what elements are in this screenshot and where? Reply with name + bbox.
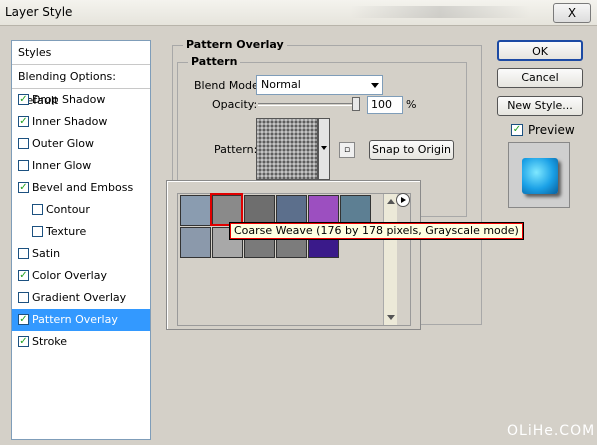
checkbox[interactable] <box>18 138 29 149</box>
style-item-label: Inner Shadow <box>32 115 108 128</box>
style-item-label: Satin <box>32 247 61 260</box>
style-item-label: Texture <box>46 225 87 238</box>
styles-list: Styles Blending Options: Default ✓ Drop S… <box>11 40 151 440</box>
checkbox[interactable] <box>18 248 29 259</box>
preview-label: Preview <box>528 123 575 137</box>
style-item-label: Contour <box>46 203 90 216</box>
checkbox[interactable]: ✓ <box>18 314 29 325</box>
checkbox[interactable] <box>18 292 29 303</box>
preview-swatch <box>522 158 558 194</box>
checkbox[interactable] <box>32 204 43 215</box>
new-preset-icon[interactable]: ▫ <box>339 142 355 158</box>
style-item-color-overlay[interactable]: ✓ Color Overlay <box>12 265 150 287</box>
checkbox[interactable]: ✓ <box>18 94 29 105</box>
play-icon <box>401 197 406 203</box>
chevron-down-icon <box>321 146 327 150</box>
pattern-group-title: Pattern <box>188 55 241 68</box>
pattern-swatch[interactable] <box>256 118 318 180</box>
picker-scrollbar[interactable] <box>383 194 397 325</box>
new-style-button[interactable]: New Style... <box>497 96 583 116</box>
chevron-down-icon <box>371 83 379 88</box>
style-item-contour[interactable]: Contour <box>12 199 150 221</box>
checkbox[interactable]: ✓ <box>18 270 29 281</box>
style-item-pattern-overlay[interactable]: ✓ Pattern Overlay <box>12 309 150 331</box>
opacity-slider-thumb[interactable] <box>352 97 360 111</box>
style-item-texture[interactable]: Texture <box>12 221 150 243</box>
style-item-inner-shadow[interactable]: ✓ Inner Shadow <box>12 111 150 133</box>
pattern-picker <box>166 180 421 330</box>
opacity-slider-track[interactable] <box>258 103 358 106</box>
style-item-bevel-and-emboss[interactable]: ✓ Bevel and Emboss <box>12 177 150 199</box>
style-item-label: Drop Shadow <box>32 93 106 106</box>
opacity-unit: % <box>406 98 417 111</box>
style-item-satin[interactable]: Satin <box>12 243 150 265</box>
style-item-inner-glow[interactable]: Inner Glow <box>12 155 150 177</box>
style-item-drop-shadow[interactable]: ✓ Drop Shadow <box>12 89 150 111</box>
cancel-button[interactable]: Cancel <box>497 68 583 88</box>
style-item-label: Stroke <box>32 335 68 348</box>
opacity-input[interactable]: 100 <box>367 96 403 114</box>
blend-mode-value: Normal <box>261 78 301 91</box>
title-bar-blur <box>350 6 530 18</box>
pattern-tooltip: Coarse Weave (176 by 178 pixels, Graysca… <box>229 222 524 240</box>
snap-to-origin-button[interactable]: Snap to Origin <box>369 140 454 160</box>
style-item-gradient-overlay[interactable]: Gradient Overlay <box>12 287 150 309</box>
close-icon[interactable]: X <box>568 6 576 20</box>
watermark: OLiHe.COM <box>507 423 596 439</box>
style-item-label: Inner Glow <box>32 159 92 172</box>
style-item-label: Pattern Overlay <box>32 313 118 326</box>
blend-mode-select[interactable]: Normal <box>256 75 383 95</box>
pattern-texture <box>257 119 317 179</box>
style-item-label: Bevel and Emboss <box>32 181 134 194</box>
style-item-label: Outer Glow <box>32 137 95 150</box>
style-item-label: Gradient Overlay <box>32 291 127 304</box>
checkbox[interactable] <box>32 226 43 237</box>
pattern-swatch-option[interactable] <box>180 195 211 226</box>
checkbox[interactable]: ✓ <box>18 336 29 347</box>
scroll-down-icon[interactable] <box>387 315 395 320</box>
pattern-label: Pattern: <box>214 143 258 156</box>
opacity-label: Opacity: <box>212 98 258 111</box>
checkbox[interactable]: ✓ <box>18 116 29 127</box>
pattern-swatch-option[interactable] <box>180 227 211 258</box>
styles-header[interactable]: Styles <box>12 41 150 65</box>
pattern-overlay-title: Pattern Overlay <box>183 38 287 51</box>
preview-box <box>508 142 570 208</box>
checkbox[interactable] <box>18 160 29 171</box>
style-item-label: Color Overlay <box>32 269 107 282</box>
picker-menu-button[interactable] <box>396 193 410 207</box>
style-item-stroke[interactable]: ✓ Stroke <box>12 331 150 353</box>
preview-checkbox[interactable]: ✓ <box>511 124 523 136</box>
blend-mode-label: Blend Mode: <box>194 79 263 92</box>
blending-options[interactable]: Blending Options: Default <box>12 65 150 107</box>
window-title: Layer Style <box>5 5 73 19</box>
style-item-outer-glow[interactable]: Outer Glow <box>12 133 150 155</box>
ok-button[interactable]: OK <box>497 40 583 61</box>
title-bar: Layer Style X <box>0 0 597 26</box>
checkbox[interactable]: ✓ <box>18 182 29 193</box>
close-button[interactable]: X <box>553 3 591 23</box>
pattern-dropdown-button[interactable] <box>318 118 330 180</box>
scroll-up-icon[interactable] <box>387 199 395 204</box>
